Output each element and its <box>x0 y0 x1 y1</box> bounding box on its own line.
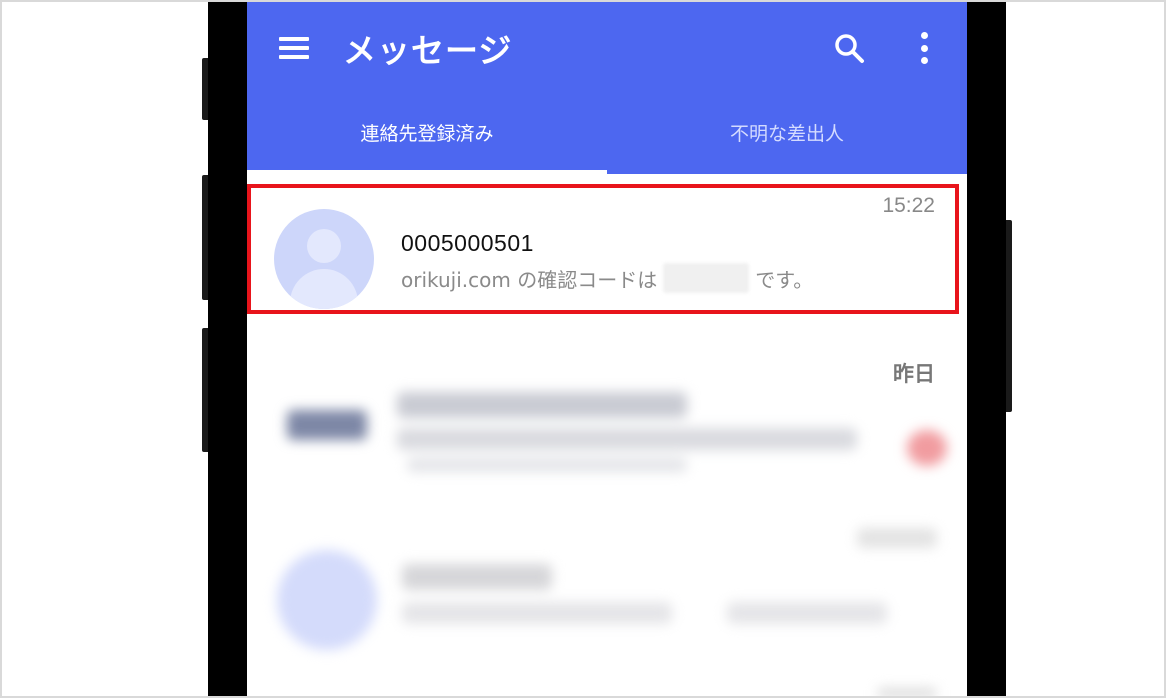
app-title: メッセージ <box>343 31 513 70</box>
phone-side-button <box>1006 220 1012 412</box>
tab-unknown-senders[interactable]: 不明な差出人 <box>607 110 967 158</box>
phone-side-button <box>202 175 208 300</box>
tab-contacts[interactable]: 連絡先登録済み <box>247 110 607 158</box>
more-vert-icon[interactable] <box>919 32 929 64</box>
blurred-message-row[interactable] <box>247 380 967 490</box>
app-bar: メッセージ 連絡先登録済み 不明な差出人 <box>247 0 967 174</box>
tab-label: 不明な差出人 <box>729 123 844 145</box>
blurred-message-row[interactable] <box>247 520 967 670</box>
phone-side-button <box>202 328 208 452</box>
menu-icon[interactable] <box>279 35 309 61</box>
tab-label: 連絡先登録済み <box>360 123 494 145</box>
search-icon[interactable] <box>833 32 865 64</box>
blurred-time <box>877 688 937 698</box>
phone-side-button <box>202 58 208 120</box>
highlight-box <box>247 184 959 314</box>
phone-screen: メッセージ 連絡先登録済み 不明な差出人 0005000501 15:22 or… <box>247 0 967 698</box>
